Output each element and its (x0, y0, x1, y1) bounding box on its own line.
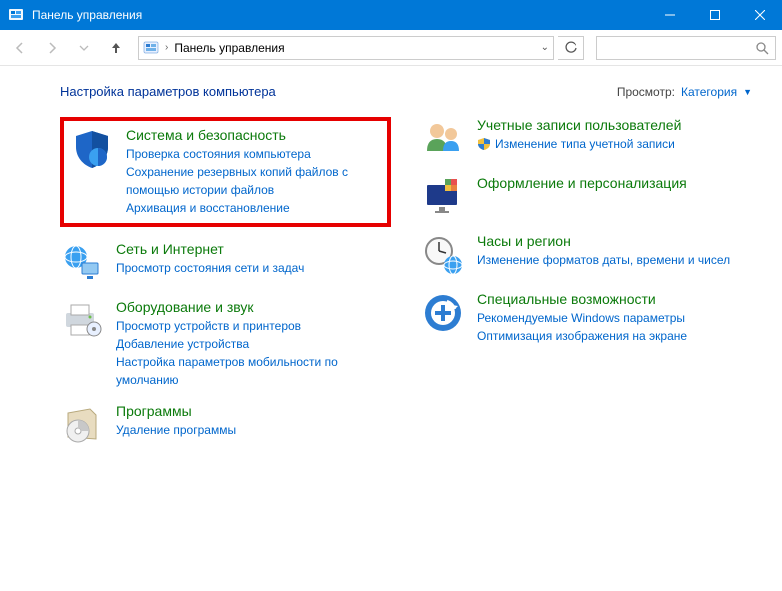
task-link[interactable]: Сохранение резервных копий файлов с помо… (126, 163, 383, 199)
breadcrumb-separator-icon: › (165, 42, 168, 53)
close-button[interactable] (737, 0, 782, 30)
forward-button[interactable] (38, 34, 66, 62)
shield-icon (70, 127, 114, 171)
task-link[interactable]: Архивация и восстановление (126, 199, 383, 217)
users-icon (421, 117, 465, 161)
up-button[interactable] (102, 34, 130, 62)
app-icon (8, 7, 24, 23)
task-link[interactable]: Просмотр состояния сети и задач (116, 259, 391, 277)
task-link[interactable]: Изменение типа учетной записи (495, 135, 675, 153)
category-ease-of-access: Специальные возможности Рекомендуемые Wi… (421, 291, 752, 345)
address-bar-row: › Панель управления ⌄ (0, 30, 782, 66)
task-link[interactable]: Рекомендуемые Windows параметры (477, 309, 752, 327)
search-input[interactable] (596, 36, 776, 60)
category-title[interactable]: Оборудование и звук (116, 299, 391, 315)
category-hardware: Оборудование и звук Просмотр устройств и… (60, 299, 391, 389)
disc-box-icon (60, 403, 104, 447)
category-appearance: Оформление и персонализация (421, 175, 752, 219)
chevron-down-icon: ▼ (743, 87, 752, 97)
category-title[interactable]: Программы (116, 403, 391, 419)
category-programs: Программы Удаление программы (60, 403, 391, 447)
category-system-security: Система и безопасность Проверка состояни… (70, 127, 383, 217)
view-by-value: Категория (681, 85, 737, 99)
title-bar: Панель управления (0, 0, 782, 30)
back-button[interactable] (6, 34, 34, 62)
task-link[interactable]: Изменение форматов даты, времени и чисел (477, 251, 752, 269)
content-area: Настройка параметров компьютера Просмотр… (0, 66, 782, 467)
chevron-down-icon[interactable]: ⌄ (541, 42, 549, 53)
control-panel-icon (143, 40, 159, 56)
refresh-button[interactable] (558, 36, 584, 60)
page-title: Настройка параметров компьютера (60, 84, 276, 99)
category-title[interactable]: Специальные возможности (477, 291, 752, 307)
search-icon (755, 41, 769, 55)
uac-shield-icon (477, 137, 491, 151)
category-title[interactable]: Сеть и Интернет (116, 241, 391, 257)
highlight-box: Система и безопасность Проверка состояни… (60, 117, 391, 227)
task-link[interactable]: Просмотр устройств и принтеров (116, 317, 391, 335)
task-link[interactable]: Проверка состояния компьютера (126, 145, 383, 163)
printer-icon (60, 299, 104, 343)
view-by-selector[interactable]: Просмотр: Категория ▼ (617, 85, 752, 99)
minimize-button[interactable] (647, 0, 692, 30)
address-bar[interactable]: › Панель управления ⌄ (138, 36, 554, 60)
category-title[interactable]: Система и безопасность (126, 127, 383, 143)
category-title[interactable]: Оформление и персонализация (477, 175, 752, 191)
ease-of-access-icon (421, 291, 465, 335)
category-title[interactable]: Часы и регион (477, 233, 752, 249)
breadcrumb[interactable]: Панель управления (174, 41, 284, 55)
task-link[interactable]: Добавление устройства (116, 335, 391, 353)
globe-network-icon (60, 241, 104, 285)
task-link[interactable]: Оптимизация изображения на экране (477, 327, 752, 345)
window-title: Панель управления (32, 8, 142, 22)
monitor-colors-icon (421, 175, 465, 219)
category-title[interactable]: Учетные записи пользователей (477, 117, 752, 133)
category-clock-region: Часы и регион Изменение форматов даты, в… (421, 233, 752, 277)
task-link[interactable]: Настройка параметров мобильности по умол… (116, 353, 391, 389)
clock-globe-icon (421, 233, 465, 277)
view-by-label: Просмотр: (617, 85, 675, 99)
recent-dropdown[interactable] (70, 34, 98, 62)
category-user-accounts: Учетные записи пользователей Изменение т… (421, 117, 752, 161)
maximize-button[interactable] (692, 0, 737, 30)
category-network: Сеть и Интернет Просмотр состояния сети … (60, 241, 391, 285)
task-link[interactable]: Удаление программы (116, 421, 391, 439)
